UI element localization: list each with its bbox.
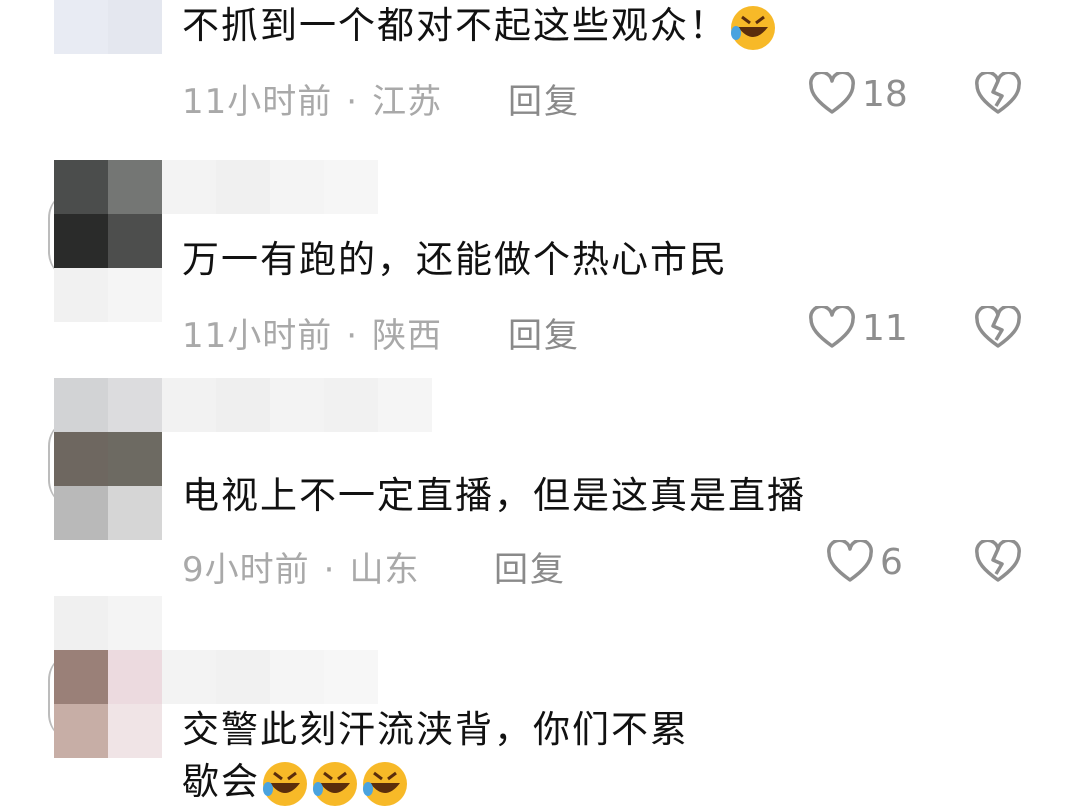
heart-outline-icon (827, 540, 873, 582)
comment-text: 万一有跑的，还能做个热心市民 (182, 238, 728, 281)
heart-outline-icon (809, 306, 855, 348)
comment-meta: 11小时前 · 江苏 (182, 82, 443, 122)
comment-meta: 9小时前 · 山东 (182, 550, 420, 590)
avatar-blurred[interactable] (54, 596, 162, 758)
comment-item-4[interactable]: 交警此刻汗流浃背，你们不累 歇会 (0, 596, 1080, 808)
comment-item-1[interactable]: 不抓到一个都对不起这些观众！ 11小时前 · 江苏 回复 18 (0, 0, 1080, 140)
reply-button[interactable]: 回复 (508, 74, 580, 123)
like-count: 18 (862, 73, 908, 115)
comment-text: 电视上不一定直播，但是这真是直播 (182, 474, 806, 517)
rofl-emoji (263, 761, 307, 806)
avatar-blurred[interactable] (54, 0, 162, 54)
comment-text: 不抓到一个都对不起这些观众！ (182, 2, 778, 53)
broken-heart-icon[interactable] (974, 540, 1022, 584)
like-button[interactable]: 11 (808, 306, 908, 350)
broken-heart-icon[interactable] (974, 72, 1022, 116)
comment-item-2[interactable]: 万一有跑的，还能做个热心市民 11小时前 · 陕西 回复 11 (0, 160, 1080, 370)
comment-meta: 11小时前 · 陕西 (182, 316, 443, 356)
like-count: 6 (880, 541, 903, 583)
avatar-blurred[interactable] (54, 160, 162, 322)
avatar-blurred[interactable] (54, 378, 162, 540)
like-button[interactable]: 18 (808, 72, 908, 116)
rofl-emoji (363, 761, 407, 806)
reply-button[interactable]: 回复 (494, 542, 566, 591)
username-blurred[interactable] (162, 650, 378, 704)
comment-location: 山东 (349, 550, 420, 590)
comment-time: 9小时前 (182, 550, 310, 590)
comment-location: 江苏 (372, 82, 443, 122)
reply-button[interactable]: 回复 (508, 308, 580, 357)
broken-heart-icon[interactable] (974, 306, 1022, 350)
rofl-emoji (313, 761, 357, 806)
username-blurred[interactable] (162, 160, 378, 214)
like-count: 11 (862, 307, 908, 349)
comment-time: 11小时前 (182, 316, 333, 356)
comment-item-3[interactable]: 电视上不一定直播，但是这真是直播 9小时前 · 山东 回复 6 (0, 378, 1080, 591)
comment-text-line-2: 歇会 (182, 758, 410, 809)
comment-time: 11小时前 (182, 82, 333, 122)
comment-location: 陕西 (372, 316, 443, 356)
like-button[interactable]: 6 (826, 540, 903, 584)
comment-text-line-1: 交警此刻汗流浃背，你们不累 (182, 708, 689, 751)
heart-outline-icon (809, 72, 855, 114)
rofl-emoji (731, 5, 775, 50)
username-blurred[interactable] (162, 378, 432, 432)
